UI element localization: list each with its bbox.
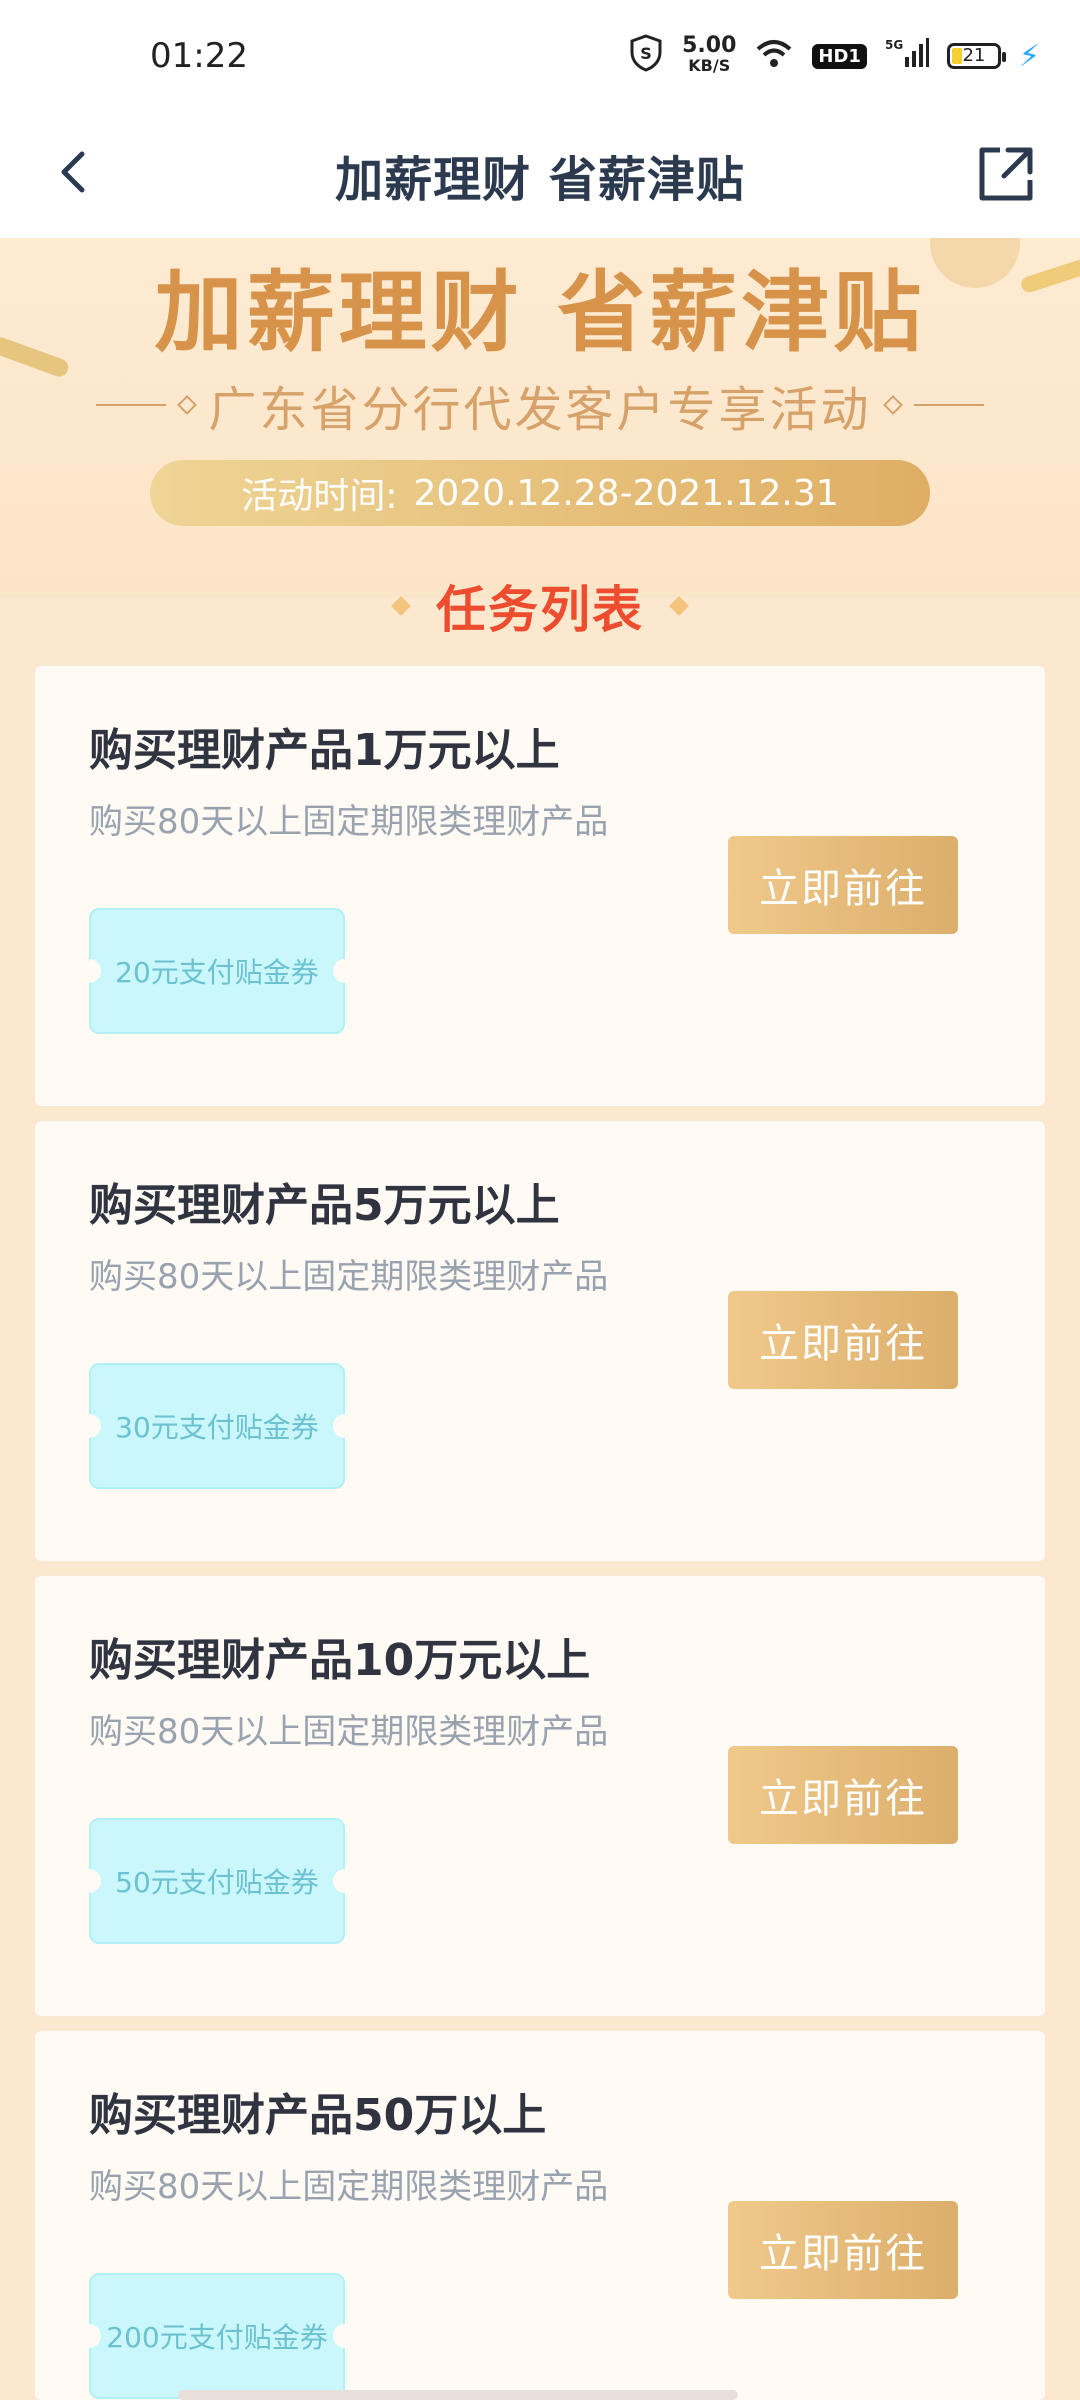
battery-icon: 21 xyxy=(946,43,1006,69)
divider xyxy=(96,404,167,406)
task-card: 购买理财产品50万以上 购买80天以上固定期限类理财产品 200元支付贴金券 立… xyxy=(35,2031,1045,2400)
hero-title: 加薪理财 省薪津贴 xyxy=(154,261,926,364)
share-icon xyxy=(979,147,1033,201)
task-description: 购买80天以上固定期限类理财产品 xyxy=(89,1712,609,1752)
coupon-badge: 50元支付贴金券 xyxy=(89,1818,345,1944)
bottom-tab-bar-edge xyxy=(178,2390,738,2400)
period-label: 活动时间: xyxy=(241,476,398,517)
wifi-icon xyxy=(754,37,794,75)
page-title: 加薪理财 省薪津贴 xyxy=(335,152,745,208)
share-button[interactable] xyxy=(974,142,1038,206)
task-title: 购买理财产品10万元以上 xyxy=(89,1635,591,1686)
svg-text:S: S xyxy=(640,44,652,63)
charging-bolt-icon: ⚡ xyxy=(1018,38,1040,74)
task-card: 购买理财产品10万元以上 购买80天以上固定期限类理财产品 50元支付贴金券 立… xyxy=(35,1576,1045,2016)
task-description: 购买80天以上固定期限类理财产品 xyxy=(89,1257,609,1297)
coupon-badge: 200元支付贴金券 xyxy=(89,2273,345,2399)
hd-badge: HD1 xyxy=(812,43,867,69)
diamond-icon xyxy=(391,596,411,616)
coupon-badge: 20元支付贴金券 xyxy=(89,908,345,1034)
hero-banner: 加薪理财 省薪津贴 广东省分行代发客户专享活动 活动时间: 2020.12.28… xyxy=(0,238,1080,598)
shield-s-icon: S xyxy=(628,34,664,78)
network-speed: 5.00 KB/S xyxy=(682,33,737,76)
speed-unit: KB/S xyxy=(688,56,731,75)
task-title: 购买理财产品5万元以上 xyxy=(89,1180,560,1231)
speed-value: 5.00 xyxy=(682,33,737,58)
divider xyxy=(913,404,984,406)
battery-text: 21 xyxy=(962,45,986,66)
task-card: 购买理财产品5万元以上 购买80天以上固定期限类理财产品 30元支付贴金券 立即… xyxy=(35,1121,1045,1561)
back-button[interactable] xyxy=(46,142,106,202)
task-title: 购买理财产品1万元以上 xyxy=(89,725,560,776)
status-time: 01:22 xyxy=(150,36,248,76)
coupon-badge: 30元支付贴金券 xyxy=(89,1363,345,1489)
task-description: 购买80天以上固定期限类理财产品 xyxy=(89,2167,609,2207)
task-card: 购买理财产品1万元以上 购买80天以上固定期限类理财产品 20元支付贴金券 立即… xyxy=(35,666,1045,1106)
status-icons: S 5.00 KB/S HD1 5G 21 ⚡ xyxy=(628,34,1040,78)
hero-subtitle: 广东省分行代发客户专享活动 xyxy=(0,370,1080,440)
section-title: 任务列表 xyxy=(436,581,644,639)
go-now-button[interactable]: 立即前往 xyxy=(728,2201,958,2299)
period-value: 2020.12.28-2021.12.31 xyxy=(413,472,839,514)
nav-bar: 加薪理财 省薪津贴 xyxy=(0,112,1080,239)
task-title: 购买理财产品50万以上 xyxy=(89,2090,547,2141)
back-chevron-icon xyxy=(61,151,85,193)
diamond-icon xyxy=(882,395,903,415)
status-bar: 01:22 S 5.00 KB/S HD1 5G 21 ⚡ xyxy=(0,0,1080,112)
go-now-button[interactable]: 立即前往 xyxy=(728,1746,958,1844)
go-now-button[interactable]: 立即前往 xyxy=(728,836,958,934)
diamond-icon xyxy=(669,596,689,616)
diamond-icon xyxy=(177,395,198,415)
battery-level xyxy=(951,48,962,64)
signal-icon: 5G xyxy=(885,37,929,75)
svg-text:5G: 5G xyxy=(885,38,903,52)
task-description: 购买80天以上固定期限类理财产品 xyxy=(89,802,609,842)
hero-subtitle-text: 广东省分行代发客户专享活动 xyxy=(208,382,872,438)
activity-period: 活动时间: 2020.12.28-2021.12.31 xyxy=(150,460,930,526)
task-list-heading: 任务列表 xyxy=(0,570,1080,642)
go-now-button[interactable]: 立即前往 xyxy=(728,1291,958,1389)
